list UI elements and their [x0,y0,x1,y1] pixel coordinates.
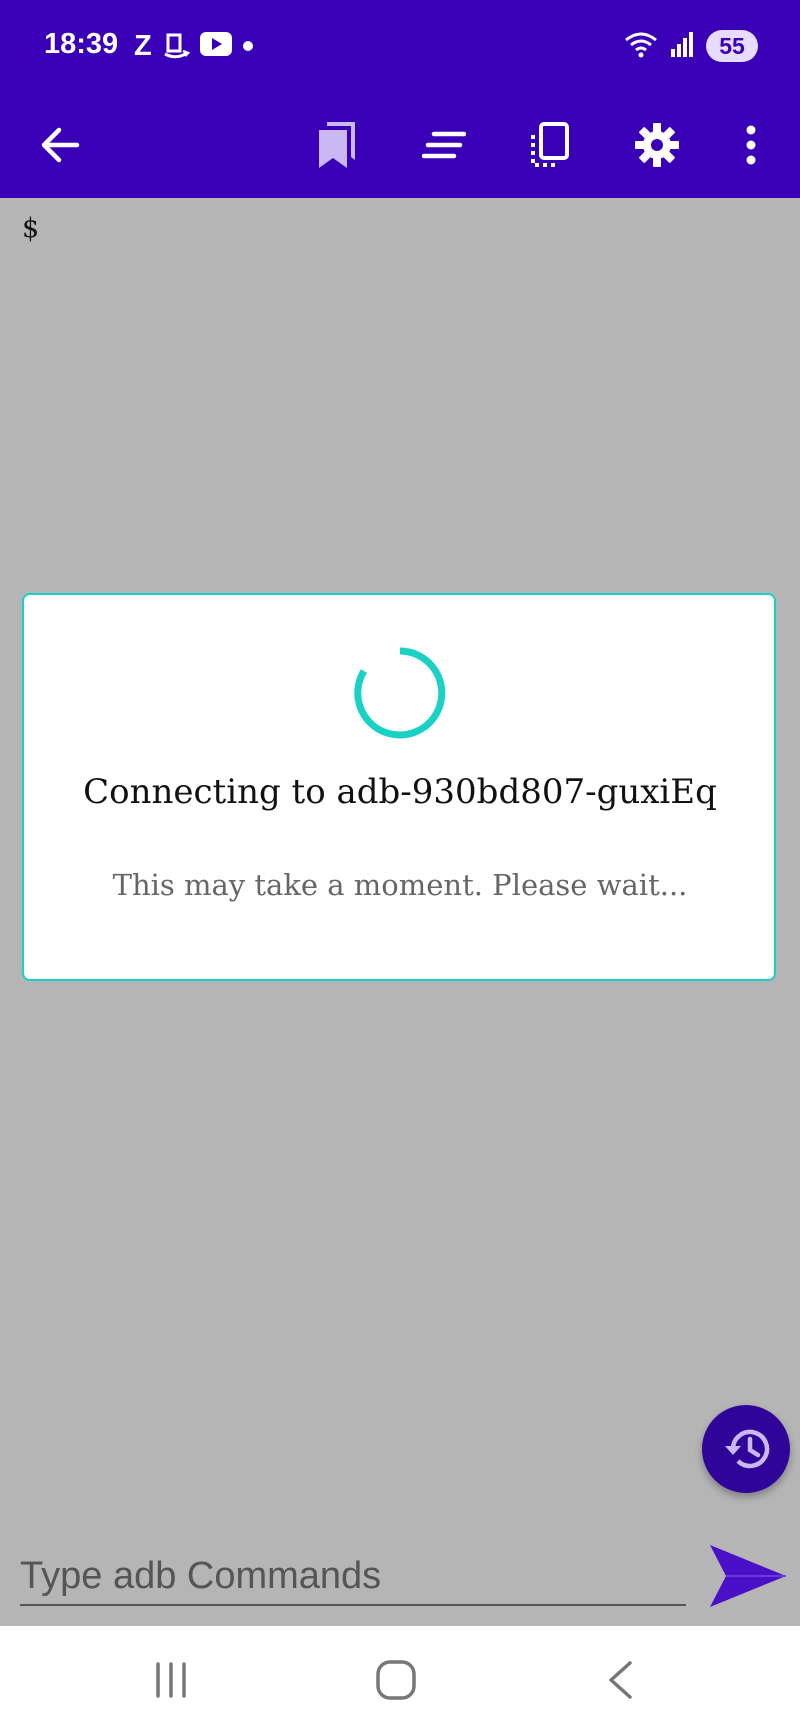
terminal-prompt: $ [22,213,40,244]
recents-button[interactable] [141,1654,201,1706]
back-button[interactable] [30,114,92,176]
signal-icon [670,31,694,61]
home-icon [376,1660,416,1700]
send-icon [710,1545,786,1607]
system-status-icons: 55 [624,26,758,66]
send-button[interactable] [703,1538,789,1614]
notification-icons: Z [134,26,254,66]
screenshot-icon [531,122,569,167]
bookmarks-button[interactable] [306,114,368,176]
home-button[interactable] [366,1654,426,1706]
amazon-icon [162,29,190,63]
text-lines-icon [422,131,466,159]
text-format-button[interactable] [413,114,475,176]
history-icon [725,1429,770,1469]
back-arrow-icon [41,127,80,163]
dot-icon [242,37,254,56]
dialog-title: Connecting to adb-930bd807-guxiEq [83,772,717,812]
system-nav-bar [0,1626,800,1733]
loading-spinner-icon [354,647,446,739]
status-time: 18:39 [44,28,119,60]
back-icon [609,1661,632,1699]
bookmarks-icon [319,122,355,168]
adb-command-input[interactable] [20,1548,686,1606]
battery-indicator: 55 [706,30,758,62]
zomato-icon: Z [134,29,152,62]
more-vert-icon [746,125,756,165]
gear-icon [635,123,679,167]
more-options-button[interactable] [720,114,782,176]
app-toolbar [0,92,800,198]
history-button[interactable] [702,1405,790,1493]
screenshot-button[interactable] [519,114,581,176]
settings-button[interactable] [626,114,688,176]
nav-back-button[interactable] [590,1654,650,1706]
recents-icon [156,1662,186,1698]
wifi-icon [624,30,658,62]
dialog-message: This may take a moment. Please wait... [112,868,688,902]
status-bar: 18:39 Z 55 [0,0,800,92]
youtube-icon [199,32,232,60]
